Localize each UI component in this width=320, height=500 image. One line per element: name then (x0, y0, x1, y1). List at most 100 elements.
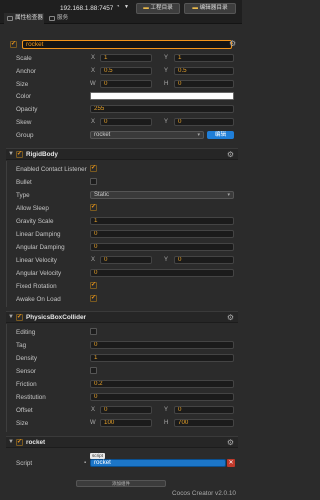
linear-damping-input[interactable]: 0 (90, 230, 234, 238)
group-label: Group (16, 132, 34, 139)
scale-x-input[interactable]: 1 (100, 54, 152, 62)
scale-label: Scale (16, 55, 32, 62)
enabled-contact-listener-label: Enabled Contact Listener (16, 166, 87, 173)
collapse-triangle-icon[interactable]: ▼ (8, 151, 14, 157)
collider-size-w-input[interactable]: 100 (100, 419, 152, 427)
gear-icon[interactable]: ⚙ (229, 39, 236, 48)
angular-velocity-label: Angular Velocity (16, 270, 62, 277)
add-component-button[interactable]: 添加组件 (76, 480, 166, 487)
offset-label: Offset (16, 407, 33, 414)
script-label: Script (16, 460, 33, 467)
opacity-label: Opacity (16, 106, 38, 113)
type-select[interactable]: Static ▾ (90, 191, 234, 199)
anchor-x-input[interactable]: 0.5 (100, 67, 152, 75)
tag-input[interactable]: 0 (90, 341, 234, 349)
physicsbox-enabled-checkbox[interactable]: ✓ (16, 314, 23, 321)
script-asset-field[interactable]: rocket (90, 459, 226, 467)
script-component-header[interactable]: ▼ ✓ rocket ⚙ (6, 436, 238, 448)
anchor-label: Anchor (16, 68, 36, 75)
awake-on-load-checkbox[interactable]: ✓ (90, 295, 97, 302)
tab-service-label: 服务 (57, 15, 69, 21)
group-edit-button[interactable]: 编辑 (207, 131, 234, 139)
angular-damping-input[interactable]: 0 (90, 243, 234, 251)
skew-label: Skew (16, 119, 32, 126)
collapse-triangle-icon[interactable]: ▼ (8, 439, 14, 445)
color-picker[interactable] (90, 92, 234, 100)
skew-y-input[interactable]: 0 (174, 118, 234, 126)
scale-y-axis: Y (164, 55, 169, 61)
editing-checkbox[interactable] (90, 328, 97, 335)
node-active-checkbox[interactable]: ✓ (10, 41, 17, 48)
rigidbody-title: RigidBody (26, 151, 58, 158)
angular-velocity-input[interactable]: 0 (90, 269, 234, 277)
rigidbody-enabled-checkbox[interactable]: ✓ (16, 151, 23, 158)
preview-address: 192.168.1.88:7457 (60, 5, 114, 12)
anchor-y-input[interactable]: 0.5 (174, 67, 234, 75)
gravity-scale-label: Gravity Scale (16, 218, 54, 225)
skew-y-axis: Y (164, 119, 169, 125)
awake-on-load-label: Awake On Load (16, 296, 61, 303)
linear-velocity-x-input[interactable]: 0 (100, 256, 152, 264)
tab-inspector-label: 属性检查器 (15, 15, 43, 21)
offset-x-input[interactable]: 0 (100, 406, 152, 414)
skew-x-axis: X (91, 119, 96, 125)
friction-label: Friction (16, 381, 37, 388)
fixed-rotation-label: Fixed Rotation (16, 283, 57, 290)
offset-y-input[interactable]: 0 (174, 406, 234, 414)
skew-x-input[interactable]: 0 (100, 118, 152, 126)
fixed-rotation-checkbox[interactable]: ✓ (90, 282, 97, 289)
size-h-input[interactable]: 0 (174, 80, 234, 88)
sensor-checkbox[interactable] (90, 367, 97, 374)
tag-label: Tag (16, 342, 27, 349)
bullet-checkbox[interactable] (90, 178, 97, 185)
bullet-label: Bullet (16, 179, 32, 186)
scale-x-axis: X (91, 55, 96, 61)
group-select-value: rocket (94, 132, 111, 138)
physicsbox-title: PhysicsBoxCollider (26, 314, 87, 321)
inspector-window: 192.168.1.88:7457 ◔ ▼ ▬ 工程目录 ▬ 编辑器目录 属性检… (0, 0, 242, 500)
linear-velocity-y-axis: Y (164, 257, 169, 263)
project-folder-label: 工程目录 (150, 5, 173, 11)
restitution-label: Restitution (16, 394, 46, 401)
folder-icon: ▬ (143, 5, 149, 11)
editor-folder-label: 编辑器目录 (199, 5, 228, 11)
opacity-input[interactable]: 255 (90, 105, 234, 113)
enabled-contact-listener-checkbox[interactable]: ✓ (90, 165, 97, 172)
color-label: Color (16, 93, 32, 100)
gravity-scale-input[interactable]: 1 (90, 217, 234, 225)
node-name-input[interactable]: rocket (22, 40, 232, 49)
size-h-axis: H (164, 81, 169, 87)
tab-inspector[interactable]: 属性检查器 (4, 13, 44, 24)
physicsbox-header[interactable]: ▼ ✓ PhysicsBoxCollider ⚙ (6, 311, 238, 323)
script-component-title: rocket (26, 439, 46, 446)
rigidbody-header[interactable]: ▼ ✓ RigidBody ⚙ (6, 148, 238, 160)
anchor-y-axis: Y (164, 68, 169, 74)
editing-label: Editing (16, 329, 36, 336)
angular-damping-label: Angular Damping (16, 244, 65, 251)
restitution-input[interactable]: 0 (90, 393, 234, 401)
density-label: Density (16, 355, 37, 362)
gear-icon[interactable]: ⚙ (227, 150, 234, 159)
linear-velocity-y-input[interactable]: 0 (174, 256, 234, 264)
gear-icon[interactable]: ⚙ (227, 313, 234, 322)
friction-input[interactable]: 0.2 (90, 380, 234, 388)
chevron-down-icon[interactable]: ▼ (124, 4, 129, 10)
folder-icon: ▬ (192, 5, 199, 11)
allow-sleep-checkbox[interactable]: ✓ (90, 204, 97, 211)
section-divider (6, 161, 7, 307)
script-enabled-checkbox[interactable]: ✓ (16, 439, 23, 446)
linear-damping-label: Linear Damping (16, 231, 61, 238)
scale-y-input[interactable]: 1 (174, 54, 234, 62)
size-w-input[interactable]: 0 (100, 80, 152, 88)
offset-y-axis: Y (164, 407, 169, 413)
close-icon[interactable]: ✕ (227, 459, 235, 467)
collider-size-h-input[interactable]: 700 (174, 419, 234, 427)
group-select[interactable]: rocket ▾ (90, 131, 204, 139)
collider-size-label: Size (16, 420, 29, 427)
gear-icon[interactable]: ⚙ (227, 438, 234, 447)
inspector-icon (7, 16, 13, 21)
top-bar: 192.168.1.88:7457 ◔ ▼ ▬ 工程目录 ▬ 编辑器目录 属性检… (0, 0, 242, 24)
density-input[interactable]: 1 (90, 354, 234, 362)
tab-service[interactable]: 服务 (46, 13, 76, 24)
collapse-triangle-icon[interactable]: ▼ (8, 314, 14, 320)
